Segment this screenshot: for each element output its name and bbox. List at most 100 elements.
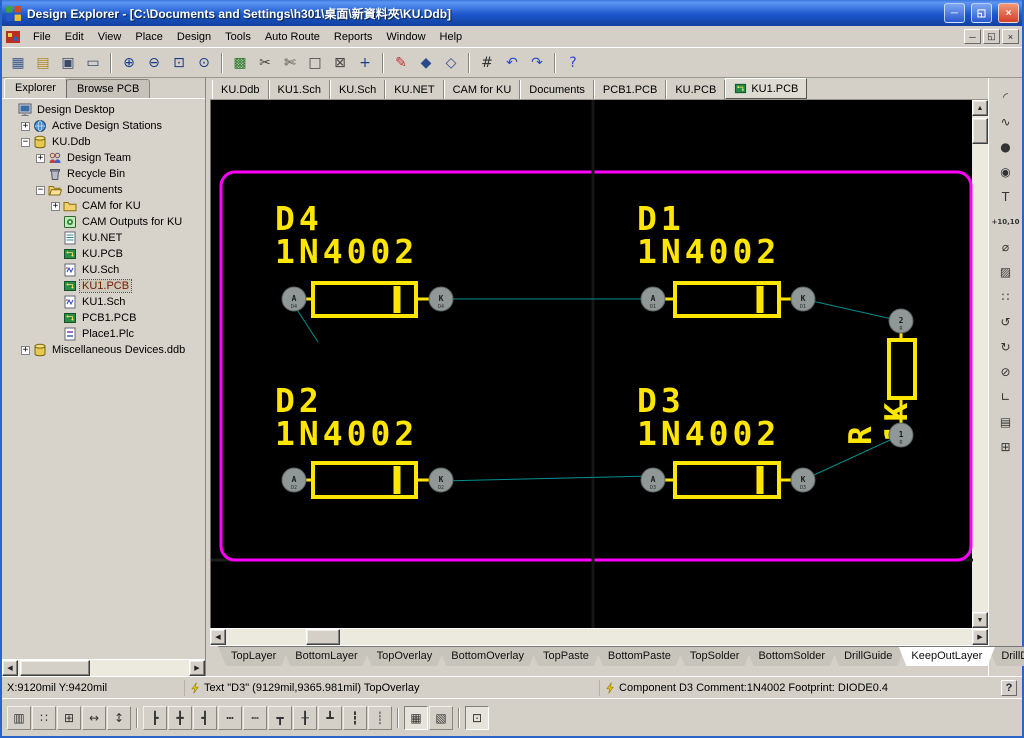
document-tab-ku1-pcb[interactable]: KU1.PCB (725, 78, 807, 99)
pad-d3-a[interactable]: AD3 (641, 468, 665, 492)
paste-grid-tool-button[interactable]: ⊞ (993, 436, 1018, 458)
scroll-left-icon[interactable]: ◀ (2, 660, 18, 676)
scrollbar-track[interactable] (340, 629, 972, 645)
layer-tab-topoverlay[interactable]: TopOverlay (364, 646, 446, 666)
zoom-out-button[interactable]: ⊖ (142, 51, 166, 75)
document-tab-cam-for-ku[interactable]: CAM for KU (444, 80, 521, 99)
document-tab-ku-sch[interactable]: KU.Sch (330, 80, 385, 99)
space-horizontal-button[interactable]: ┉ (243, 706, 267, 730)
document-tab-documents[interactable]: Documents (520, 80, 594, 99)
menu-help[interactable]: Help (433, 28, 470, 46)
pad-r-2[interactable]: 2R (889, 309, 913, 333)
tree-item-ku-ddb[interactable]: −KU.Ddb (2, 134, 205, 150)
pad-d4-a[interactable]: AD4 (282, 287, 306, 311)
board-image-button[interactable]: ▩ (228, 51, 252, 75)
layer-tab-bottomsolder[interactable]: BottomSolder (745, 646, 838, 666)
scroll-right-icon[interactable]: ▶ (972, 629, 988, 645)
align-top-button[interactable]: ┳ (268, 706, 292, 730)
equal-v-spacing-button[interactable]: ↕ (107, 706, 131, 730)
scrollbar-track[interactable] (90, 660, 189, 676)
document-tab-pcb1-pcb[interactable]: PCB1.PCB (594, 80, 666, 99)
panel-horizontal-scrollbar[interactable]: ◀ ▶ (2, 659, 205, 676)
select-criteria-button[interactable]: ▦ (6, 51, 30, 75)
menu-design[interactable]: Design (170, 28, 218, 46)
expand-plus-icon[interactable]: + (21, 346, 30, 355)
scroll-right-icon[interactable]: ▶ (189, 660, 205, 676)
component-d1[interactable]: D11N4002AD1KD1 (637, 199, 815, 316)
open-document-button[interactable]: ▤ (31, 51, 55, 75)
select-area-button[interactable]: □ (303, 51, 327, 75)
mdi-restore-button[interactable]: ◱ (983, 29, 1000, 44)
panel-tab-explorer[interactable]: Explorer (4, 78, 67, 98)
rotate-ccw-tool-button[interactable]: ↺ (993, 311, 1018, 333)
space-vertical-button[interactable]: ┊ (368, 706, 392, 730)
paste-special-button[interactable]: ▥ (7, 706, 31, 730)
tree-item-miscellaneous-devices-ddb[interactable]: +Miscellaneous Devices.ddb (2, 342, 205, 358)
tree-item-place1-plc[interactable]: Place1.Plc (2, 326, 205, 342)
layer-tab-keepoutlayer[interactable]: KeepOutLayer (898, 646, 995, 666)
expand-minus-icon[interactable]: − (36, 186, 45, 195)
shield-net-button[interactable]: ◆ (414, 51, 438, 75)
grid-manager-button[interactable]: ⊞ (57, 706, 81, 730)
panel-tab-browse-pcb[interactable]: Browse PCB (66, 79, 150, 98)
tree-item-ku-net[interactable]: KU.NET (2, 230, 205, 246)
snap-to-grid-button[interactable]: ⊡ (465, 706, 489, 730)
expand-plus-icon[interactable]: + (36, 154, 45, 163)
equal-h-spacing-button[interactable]: ↔ (82, 706, 106, 730)
status-help-button[interactable]: ? (1001, 680, 1017, 696)
align-right-button[interactable]: ┫ (193, 706, 217, 730)
menu-window[interactable]: Window (379, 28, 432, 46)
tree-item-ku-sch[interactable]: KU.Sch (2, 262, 205, 278)
pad-d2-k[interactable]: KD2 (429, 468, 453, 492)
pad-d1-a[interactable]: AD1 (641, 287, 665, 311)
align-center-horizontal-button[interactable]: ╋ (168, 706, 192, 730)
sheet-tool-button[interactable]: ▤ (993, 411, 1018, 433)
document-tab-ku-net[interactable]: KU.NET (385, 80, 443, 99)
scrollbar-thumb[interactable] (20, 660, 90, 676)
align-bottom-button[interactable]: ┻ (318, 706, 342, 730)
arrange-components-button[interactable]: ▦ (404, 706, 428, 730)
save-document-button[interactable]: ▣ (56, 51, 80, 75)
tree-item-cam-for-ku[interactable]: +CAM for KU (2, 198, 205, 214)
arc-tool-button[interactable]: ◜ (993, 86, 1018, 108)
grid-toggle-button[interactable]: # (475, 51, 499, 75)
pad-d4-k[interactable]: KD4 (429, 287, 453, 311)
tree-item-cam-outputs-for-ku[interactable]: CAM Outputs for KU (2, 214, 205, 230)
paste-array-button[interactable]: ∷ (32, 706, 56, 730)
zoom-in-button[interactable]: ⊕ (117, 51, 141, 75)
mdi-minimize-button[interactable]: ─ (964, 29, 981, 44)
tree-item-documents[interactable]: −Documents (2, 182, 205, 198)
tree-item-recycle-bin[interactable]: Recycle Bin (2, 166, 205, 182)
cut-button[interactable]: ✂ (253, 51, 277, 75)
zoom-area-button[interactable]: ⊡ (167, 51, 191, 75)
layer-tab-toppaste[interactable]: TopPaste (530, 646, 602, 666)
deselect-button[interactable]: ⊠ (328, 51, 352, 75)
track-tool-button[interactable]: ∿ (993, 111, 1018, 133)
string-tool-button[interactable]: T (993, 186, 1018, 208)
mdi-close-button[interactable]: × (1002, 29, 1019, 44)
expand-minus-icon[interactable]: − (21, 138, 30, 147)
tree-item-active-design-stations[interactable]: +Active Design Stations (2, 118, 205, 134)
document-tab-ku1-sch[interactable]: KU1.Sch (269, 80, 330, 99)
document-tab-ku-ddb[interactable]: KU.Ddb (212, 80, 269, 99)
shield-clear-button[interactable]: ◇ (439, 51, 463, 75)
scroll-down-icon[interactable]: ▼ (972, 612, 988, 628)
pad-d1-k[interactable]: KD1 (791, 287, 815, 311)
tree-item-ku1-pcb[interactable]: KU1.PCB (2, 278, 205, 294)
room-arrange-button[interactable]: ▧ (429, 706, 453, 730)
tree-item-pcb1-pcb[interactable]: PCB1.PCB (2, 310, 205, 326)
tree-item-ku-pcb[interactable]: KU.PCB (2, 246, 205, 262)
tree-item-design-team[interactable]: +Design Team (2, 150, 205, 166)
menu-place[interactable]: Place (128, 28, 170, 46)
layer-tab-bottompaste[interactable]: BottomPaste (595, 646, 684, 666)
window-restore-button[interactable]: ◱ (971, 3, 992, 23)
redo-button[interactable]: ↷ (525, 51, 549, 75)
menu-reports[interactable]: Reports (327, 28, 380, 46)
rotate-cw-tool-button[interactable]: ↻ (993, 336, 1018, 358)
pad-d3-k[interactable]: KD3 (791, 468, 815, 492)
fill-tool-button[interactable]: ▨ (993, 261, 1018, 283)
distribute-horizontal-button[interactable]: ┅ (218, 706, 242, 730)
layer-tab-toplayer[interactable]: TopLayer (218, 646, 289, 666)
pcb-canvas[interactable]: D41N4002AD4KD4D11N4002AD1KD1D21N4002AD2K… (210, 100, 972, 628)
print-button[interactable]: ▭ (81, 51, 105, 75)
